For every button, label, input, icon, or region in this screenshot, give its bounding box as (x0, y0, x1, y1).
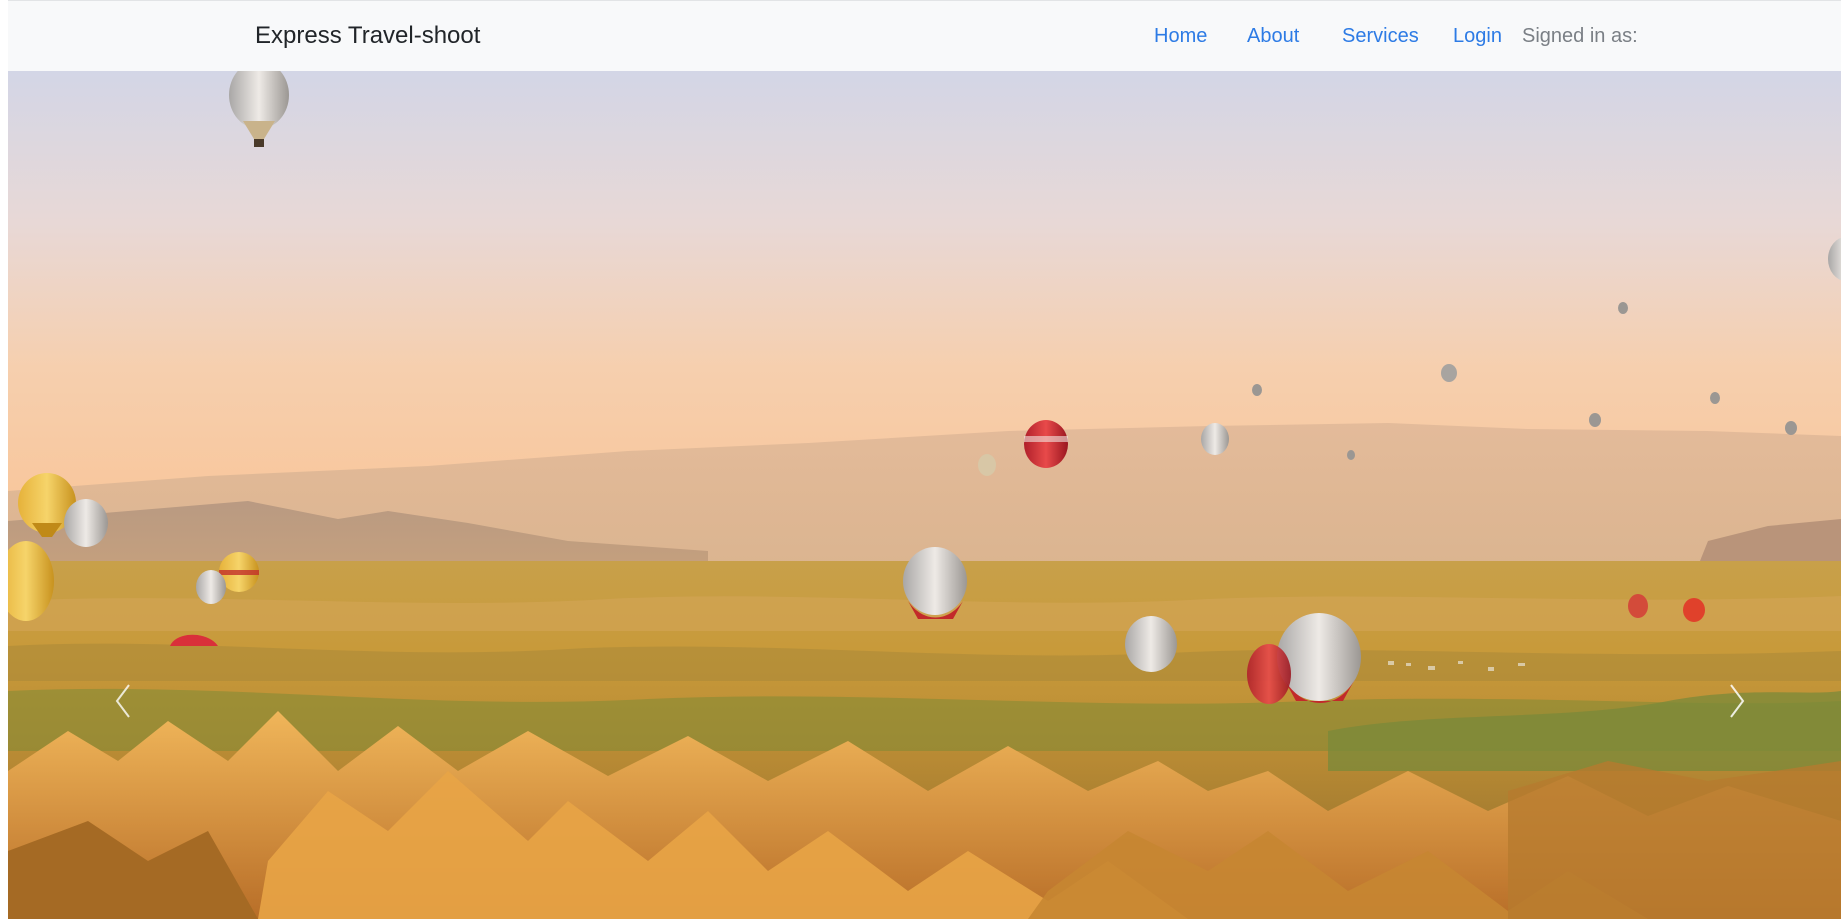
nav-menu: Home About Services Login Signed in as: (1041, 1, 1841, 72)
chevron-left-icon (115, 684, 130, 718)
nav-home-link[interactable]: Home (1154, 25, 1207, 48)
navbar: Express Travel-shoot Home About Services… (8, 0, 1841, 71)
signed-in-label: Signed in as: (1522, 25, 1638, 47)
nav-about-link[interactable]: About (1247, 25, 1299, 48)
carousel-next-button[interactable] (1717, 671, 1757, 731)
nav-services-link[interactable]: Services (1342, 25, 1419, 48)
carousel-prev-button[interactable] (103, 671, 143, 731)
hero-image (8, 71, 1841, 919)
brand-logo-link[interactable]: Express Travel-shoot (255, 22, 480, 50)
page: Express Travel-shoot Home About Services… (0, 0, 1841, 919)
nav-login-link[interactable]: Login (1453, 25, 1502, 48)
chevron-right-icon (1730, 684, 1745, 718)
hero-carousel (8, 71, 1841, 919)
